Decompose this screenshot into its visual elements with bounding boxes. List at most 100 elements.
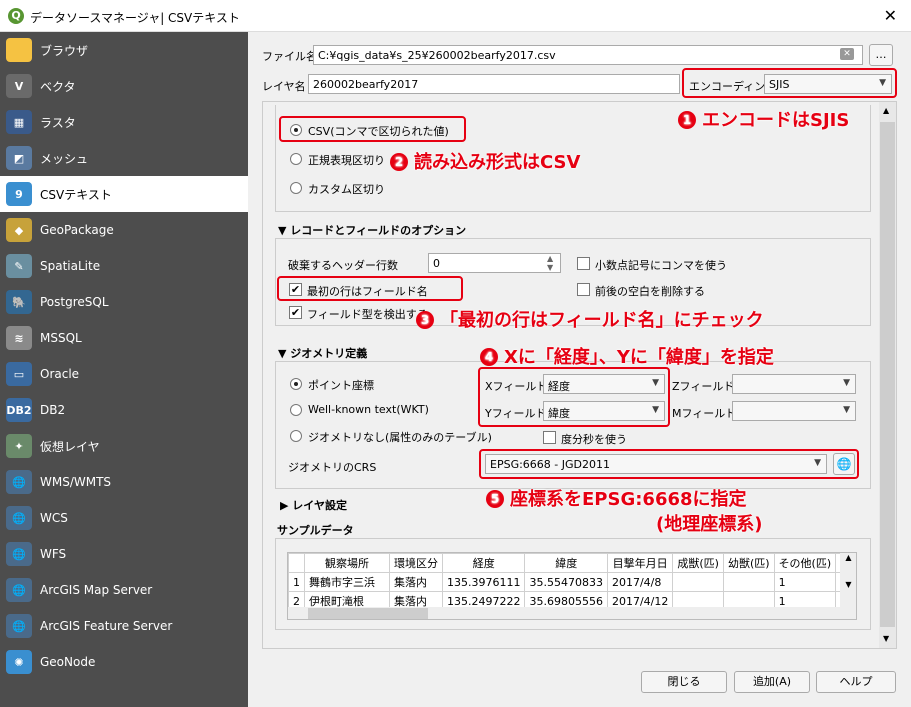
column-header[interactable]: 緯度 — [524, 553, 608, 573]
sidebar-item[interactable]: 🌐 ArcGIS Map Server — [0, 572, 248, 608]
layer-settings-header[interactable]: ▶ レイヤ設定 — [280, 497, 347, 513]
geometry-section-header[interactable]: ▼ ジオメトリ定義 — [278, 345, 367, 361]
column-header[interactable]: 目撃年月日 — [606, 553, 674, 573]
sidebar-item-label: GeoNode — [40, 655, 96, 669]
sidebar: ブラウザ V ベクタ ▦ ラスタ ◩ メッシュ 9 CSVテキスト ◆ GeoPackage ✎ Spa… — [0, 32, 248, 707]
sidebar-item[interactable]: ✺ GeoNode — [0, 644, 248, 680]
geometry-title: ジオメトリ定義 — [290, 347, 368, 360]
table-cell: 舞鶴市字三浜 — [304, 572, 390, 592]
sidebar-item-label: CSVテキスト — [40, 187, 112, 202]
arcgis-feature-icon: 🌐 — [6, 614, 32, 638]
raster-icon: ▦ — [6, 110, 32, 134]
m-field-select[interactable]: ▼ — [732, 401, 856, 421]
sidebar-item-label: WMS/WMTS — [40, 475, 112, 489]
sidebar-item[interactable]: ▦ ラスタ — [0, 104, 248, 140]
sidebar-item[interactable]: 9 CSVテキスト — [0, 176, 248, 212]
custom-radio[interactable] — [290, 182, 302, 194]
geonode-icon: ✺ — [6, 650, 32, 674]
csv-icon: 9 — [6, 182, 32, 206]
annotation-2: 2 読み込み形式はCSV — [390, 148, 580, 174]
sidebar-item-label: SpatiaLite — [40, 259, 101, 273]
sidebar-item[interactable]: ✦ 仮想レイヤ — [0, 428, 248, 464]
geopackage-icon: ◆ — [6, 218, 32, 242]
spinner-arrows-icon[interactable]: ▲ ▼ — [547, 254, 553, 272]
sidebar-item[interactable]: ▭ Oracle — [0, 356, 248, 392]
table-cell: 1 — [773, 572, 837, 592]
column-header[interactable]: 経度 — [441, 553, 526, 573]
sidebar-item[interactable]: ブラウザ — [0, 32, 248, 68]
sidebar-item-label: ArcGIS Map Server — [40, 583, 153, 597]
column-header[interactable]: 成獣(匹) — [672, 553, 724, 573]
records-title: レコードとフィールドのオプション — [290, 224, 467, 237]
clear-icon[interactable]: ✕ — [840, 48, 854, 60]
close-window-button[interactable]: ✕ — [884, 6, 897, 25]
sidebar-item[interactable]: 🌐 ArcGIS Feature Server — [0, 608, 248, 644]
column-header[interactable]: 環境区分 — [389, 553, 443, 573]
point-radio[interactable] — [290, 378, 302, 390]
sidebar-item[interactable]: DB2 DB2 — [0, 392, 248, 428]
arcgis-map-icon: 🌐 — [6, 578, 32, 602]
spatialite-icon: ✎ — [6, 254, 32, 278]
horizontal-scrollbar[interactable] — [288, 607, 856, 619]
sidebar-item-label: PostgreSQL — [40, 295, 109, 309]
file-name-input[interactable] — [313, 45, 863, 65]
sidebar-item[interactable]: 🌐 WCS — [0, 500, 248, 536]
scrollbar-thumb[interactable] — [880, 122, 895, 627]
regex-label: 正規表現区切り — [308, 154, 385, 167]
decimal-comma-checkbox[interactable] — [577, 257, 590, 270]
sidebar-item-label: WFS — [40, 547, 67, 561]
table-cell: 集落内 — [389, 572, 443, 592]
table-vertical-scrollbar[interactable]: ▲ ▼ — [840, 553, 856, 607]
table-cell: 1 — [288, 572, 305, 592]
column-header[interactable] — [288, 553, 305, 573]
point-label: ポイント座標 — [308, 379, 374, 392]
sidebar-item[interactable]: ◩ メッシュ — [0, 140, 248, 176]
sidebar-item[interactable]: 🌐 WMS/WMTS — [0, 464, 248, 500]
no-geometry-radio[interactable] — [290, 430, 302, 442]
db2-icon: DB2 — [6, 398, 32, 422]
skip-lines-spinbox[interactable] — [428, 253, 561, 273]
regex-radio[interactable] — [290, 153, 302, 165]
highlight-xy — [478, 367, 670, 427]
sidebar-item[interactable]: 🌐 WFS — [0, 536, 248, 572]
table-cell — [722, 572, 775, 592]
sidebar-item-label: DB2 — [40, 403, 66, 417]
sidebar-item-label: Oracle — [40, 367, 80, 381]
sidebar-item[interactable]: ✎ SpatiaLite — [0, 248, 248, 284]
file-name-label: ファイル名 — [262, 50, 317, 63]
column-header[interactable]: 幼獣(匹) — [722, 553, 775, 573]
layer-name-input[interactable] — [308, 74, 680, 94]
sidebar-item[interactable]: ◆ GeoPackage — [0, 212, 248, 248]
trim-label: 前後の空白を削除する — [595, 285, 705, 298]
annotation-5: 5 座標系をEPSG:6668に指定 — [486, 485, 747, 511]
browse-button[interactable]: … — [869, 44, 893, 66]
sidebar-item-label: ブラウザ — [40, 43, 89, 58]
records-section-header[interactable]: ▼ レコードとフィールドのオプション — [278, 222, 466, 238]
virtual-layer-icon: ✦ — [6, 434, 32, 458]
annotation-3: 3 「最初の行はフィールド名」にチェック — [416, 306, 764, 332]
sidebar-item[interactable]: ≋ MSSQL — [0, 320, 248, 356]
table-row: 1 舞鶴市字三浜 集落内 135.3976111 35.55470833 2017/4/8… — [288, 572, 856, 592]
z-field-select[interactable]: ▼ — [732, 374, 856, 394]
sidebar-item-label: ArcGIS Feature Server — [40, 619, 173, 633]
column-header[interactable]: その他(匹) — [773, 553, 837, 573]
sidebar-item[interactable]: 🐘 PostgreSQL — [0, 284, 248, 320]
dms-checkbox[interactable] — [543, 431, 556, 444]
title-bar: Q データソースマネージャ| CSVテキスト ✕ — [0, 0, 911, 32]
chevron-down-icon: ▼ — [843, 378, 850, 388]
column-header[interactable]: 観察場所 — [304, 553, 390, 573]
decimal-comma-label: 小数点記号にコンマを使う — [595, 259, 727, 272]
add-button[interactable]: 追加(A) — [734, 671, 810, 693]
sidebar-item[interactable]: V ベクタ — [0, 68, 248, 104]
detect-types-checkbox[interactable]: ✔ — [289, 306, 302, 319]
mesh-icon: ◩ — [6, 146, 32, 170]
detect-types-label: フィールド型を検出する — [307, 308, 428, 321]
vertical-scrollbar[interactable]: ▲ ▼ — [879, 102, 896, 648]
wkt-radio[interactable] — [290, 404, 302, 416]
oracle-icon: ▭ — [6, 362, 32, 386]
close-button[interactable]: 閉じる — [641, 671, 727, 693]
qgis-logo-icon: Q — [8, 8, 24, 24]
skip-lines-label: 破棄するヘッダー行数 — [288, 259, 398, 272]
trim-checkbox[interactable] — [577, 283, 590, 296]
help-button[interactable]: ヘルプ — [816, 671, 896, 693]
